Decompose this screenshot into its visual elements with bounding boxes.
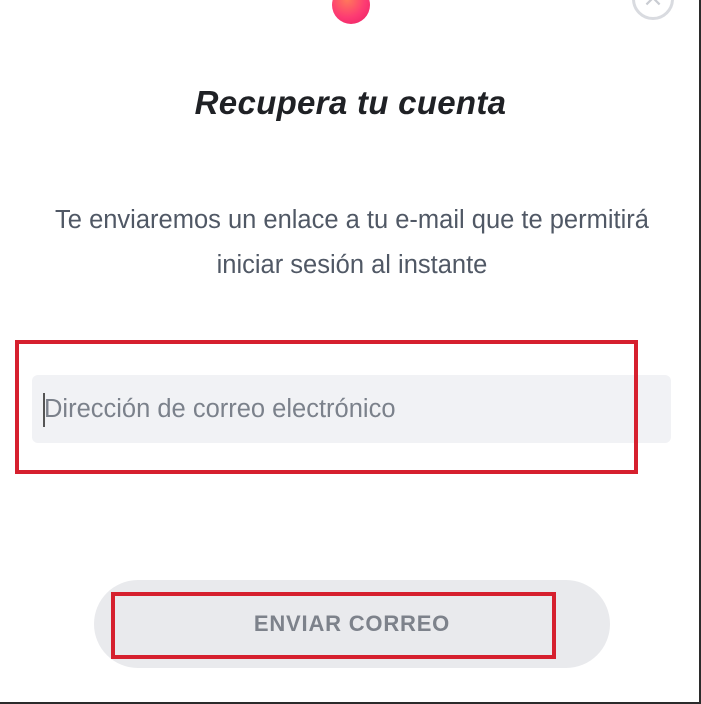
email-input[interactable] bbox=[32, 375, 671, 443]
send-email-button[interactable]: ENVIAR CORREO bbox=[94, 580, 610, 668]
brand-logo-icon bbox=[332, 0, 370, 24]
dialog-title: Recupera tu cuenta bbox=[194, 84, 507, 121]
close-button[interactable]: × bbox=[632, 0, 674, 20]
dialog-description: Te enviaremos un enlace a tu e-mail que … bbox=[55, 206, 649, 279]
text-caret bbox=[43, 393, 45, 427]
recover-account-dialog: × Recupera tu cuenta Te enviaremos un en… bbox=[0, 0, 701, 704]
close-icon: × bbox=[635, 0, 671, 15]
email-field-container bbox=[32, 375, 671, 443]
